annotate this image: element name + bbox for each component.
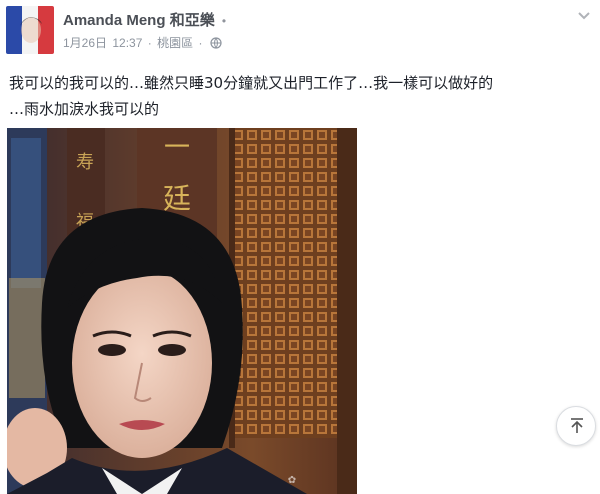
post-meta: 1月26日 12:37 · 桃園區 · [63,34,222,51]
feeling-dot: • [221,14,227,28]
svg-text:寿: 寿 [76,152,94,173]
meta-separator-1: · [147,36,152,50]
post-options-menu[interactable] [576,8,592,24]
avatar[interactable] [6,6,54,54]
post-text-line-1: 我可以的我可以的…雖然只睡30分鐘就又出門工作了…我一樣可以做好的 [9,74,494,92]
post-date[interactable]: 1月26日 [63,36,107,50]
scroll-to-top-button[interactable] [556,406,596,446]
svg-text:廷: 廷 [163,182,191,215]
chevron-down-icon [578,12,590,20]
globe-icon[interactable] [210,37,222,49]
arrow-up-icon [571,418,583,433]
post-text: 我可以的我可以的…雖然只睡30分鐘就又出門工作了…我一樣可以做好的 …雨水加淚水… [9,70,594,122]
post-text-line-2: …雨水加淚水我可以的 [9,100,160,118]
svg-text:✿: ✿ [288,475,296,486]
selfie-photo-image: 一 廷 寿 福 ✿ [7,128,357,494]
with-label: 和 [169,12,185,29]
post-location[interactable]: 桃園區 [157,36,193,50]
post-author-line: Amanda Meng 和亞樂 • [63,9,226,30]
meta-separator-2: · [198,36,203,50]
author-name[interactable]: Amanda Meng [63,12,166,29]
post-time[interactable]: 12:37 [112,36,142,50]
tagged-friend[interactable]: 亞樂 [185,12,215,29]
french-flag-avatar-icon [6,6,54,54]
svg-text:一: 一 [164,133,190,163]
post-photo[interactable]: 一 廷 寿 福 ✿ [7,128,357,494]
